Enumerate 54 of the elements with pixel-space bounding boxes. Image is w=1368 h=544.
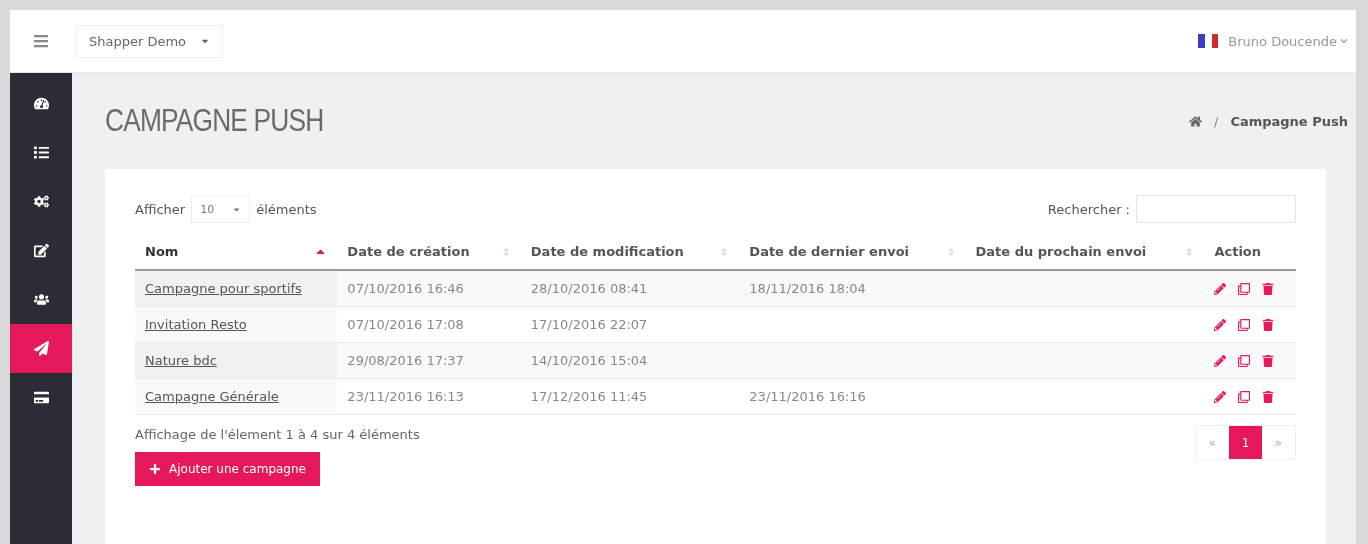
pencil-icon[interactable] (1214, 318, 1227, 331)
copy-icon[interactable] (1238, 354, 1251, 367)
menu-icon[interactable] (33, 33, 49, 49)
table-info: Affichage de l'élement 1 à 4 sur 4 éléments (135, 427, 420, 442)
table-cell: 28/10/2016 08:41 (520, 270, 740, 307)
search-field[interactable] (1136, 195, 1296, 223)
flag-icon (1198, 34, 1219, 48)
plus-icon (149, 463, 161, 475)
show-label: Afficher (135, 201, 186, 217)
campaign-link[interactable]: Nature bdc (145, 353, 217, 368)
table-cell: 07/10/2016 16:46 (337, 270, 521, 307)
card-icon (33, 390, 49, 405)
chevron-icon (1340, 37, 1348, 45)
gauge-icon (33, 96, 49, 111)
pencil-icon[interactable] (1214, 390, 1227, 403)
sort-icon (1184, 246, 1195, 257)
sort-icon (945, 246, 956, 257)
trash-icon[interactable] (1262, 282, 1275, 295)
copy-icon[interactable] (1238, 318, 1251, 331)
sort-icon (500, 246, 511, 257)
page-button[interactable]: 1 (1229, 426, 1262, 459)
table-cell: 17/10/2016 22:07 (520, 306, 740, 343)
table-cell: 23/11/2016 16:16 (739, 378, 966, 415)
trash-icon[interactable] (1262, 354, 1275, 367)
table-cell: 14/10/2016 15:04 (520, 342, 740, 379)
copy-icon[interactable] (1238, 282, 1251, 295)
home-icon[interactable] (1189, 114, 1202, 128)
campaign-link[interactable]: Campagne pour sportifs (145, 281, 302, 296)
sort-icon (719, 246, 730, 257)
items-label: éléments (256, 201, 317, 217)
breadcrumb-separator: / (1214, 113, 1219, 129)
edit-icon (33, 243, 49, 258)
pencil-icon[interactable] (1214, 354, 1227, 367)
table-cell: 07/10/2016 17:08 (337, 306, 521, 343)
paper-plane-icon (33, 341, 49, 356)
trash-icon[interactable] (1262, 390, 1275, 403)
list-icon (33, 145, 49, 160)
gears-icon (33, 194, 49, 209)
project-select[interactable]: Shapper Demo (76, 24, 224, 58)
trash-icon[interactable] (1262, 318, 1275, 331)
search-label: Rechercher : (1047, 201, 1130, 217)
page-title: CAMPAGNE PUSH (105, 103, 324, 139)
breadcrumb-item: Campagne Push (1230, 113, 1348, 129)
table-cell: 18/11/2016 18:04 (739, 270, 966, 307)
table-cell: 17/12/2016 11:45 (520, 378, 740, 415)
copy-icon[interactable] (1238, 390, 1251, 403)
add-campaign-button[interactable]: Ajouter une campagne (135, 452, 320, 486)
page-size-select[interactable]: 10 (191, 195, 251, 223)
users-icon (33, 292, 49, 307)
table-cell: 29/08/2016 17:37 (337, 342, 521, 379)
campaign-link[interactable]: Invitation Resto (145, 317, 247, 332)
table-cell: 23/11/2016 16:13 (337, 378, 521, 415)
campaign-link[interactable]: Campagne Générale (145, 389, 279, 404)
pencil-icon[interactable] (1214, 282, 1227, 295)
